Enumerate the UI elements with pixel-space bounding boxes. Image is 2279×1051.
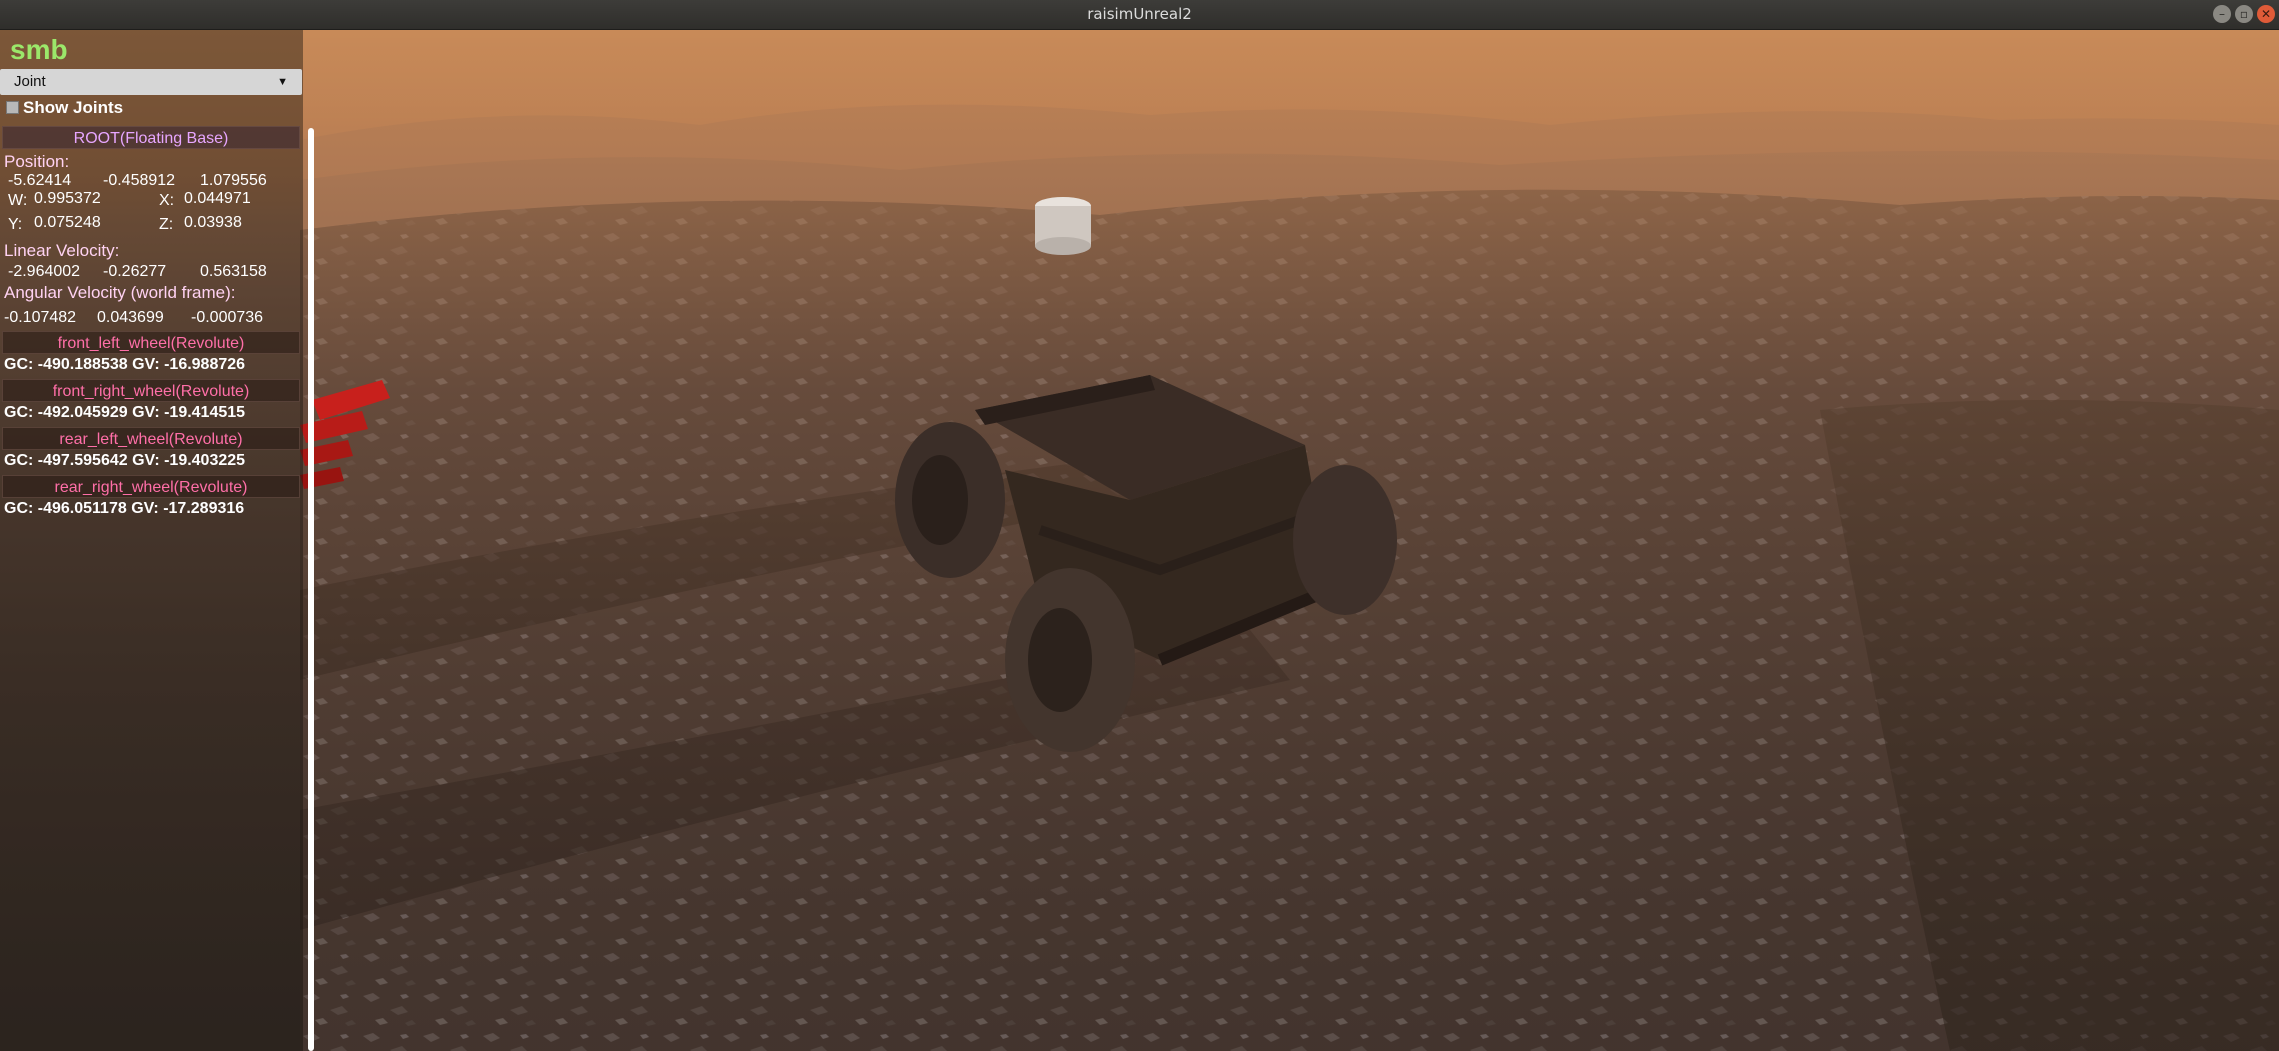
linear-velocity-label: Linear Velocity:: [4, 241, 120, 260]
angular-velocity-x: -0.107482: [4, 309, 77, 326]
terrain-scene: [0, 30, 2279, 1051]
chevron-down-icon[interactable]: ▼: [277, 69, 288, 95]
close-icon[interactable]: ✕: [2257, 5, 2275, 23]
root-header[interactable]: ROOT(Floating Base): [2, 126, 300, 149]
linear-velocity-y: -0.26277: [103, 263, 167, 280]
window-title: raisimUnreal2: [1087, 5, 1192, 23]
checkbox-icon[interactable]: [6, 101, 19, 114]
maximize-icon[interactable]: ▫: [2235, 5, 2253, 23]
quat-x: 0.044971: [184, 190, 251, 207]
quat-z-label: Z:: [159, 216, 174, 233]
quat-y-label: Y:: [8, 216, 23, 233]
position-y: -0.458912: [103, 172, 176, 189]
joint-header-front-right-wheel[interactable]: front_right_wheel(Revolute): [2, 379, 300, 402]
linear-velocity-z: 0.563158: [200, 263, 267, 280]
mode-dropdown[interactable]: Joint ▼: [0, 69, 302, 95]
mode-dropdown-value: Joint: [14, 73, 46, 90]
linear-velocity-x: -2.964002: [8, 263, 81, 280]
position-label: Position:: [4, 152, 70, 171]
position-z: 1.079556: [200, 172, 267, 189]
panel-scrollbar[interactable]: [308, 128, 314, 1051]
angular-velocity-label: Angular Velocity (world frame):: [4, 283, 236, 302]
show-joints-checkbox[interactable]: Show Joints: [6, 97, 123, 119]
angular-velocity-y: 0.043699: [97, 309, 164, 326]
window-titlebar[interactable]: raisimUnreal2 – ▫ ✕: [0, 0, 2279, 30]
joint-header-rear-right-wheel[interactable]: rear_right_wheel(Revolute): [2, 475, 300, 498]
quat-w-label: W:: [8, 192, 28, 209]
angular-velocity-z: -0.000736: [191, 309, 264, 326]
joint-header-rear-left-wheel[interactable]: rear_left_wheel(Revolute): [2, 427, 300, 450]
object-name: smb: [10, 34, 68, 65]
joint-state-rear-left-wheel: GC: -497.595642 GV: -19.403225: [4, 452, 246, 469]
joint-state-rear-right-wheel: GC: -496.051178 GV: -17.289316: [4, 500, 245, 517]
quat-x-label: X:: [159, 192, 175, 209]
joint-state-front-right-wheel: GC: -492.045929 GV: -19.414515: [4, 404, 246, 421]
show-joints-label: Show Joints: [23, 98, 124, 117]
minimize-icon[interactable]: –: [2213, 5, 2231, 23]
joint-state-front-left-wheel: GC: -490.188538 GV: -16.988726: [4, 356, 246, 373]
quat-z: 0.03938: [184, 214, 242, 231]
simulation-viewport[interactable]: [0, 30, 2279, 1051]
position-x: -5.62414: [8, 172, 72, 189]
object-info-panel: smb Joint ▼ Show Joints ROOT(Floating Ba…: [0, 30, 303, 1051]
joint-header-front-left-wheel[interactable]: front_left_wheel(Revolute): [2, 331, 300, 354]
quat-y: 0.075248: [34, 214, 101, 231]
quat-w: 0.995372: [34, 190, 101, 207]
